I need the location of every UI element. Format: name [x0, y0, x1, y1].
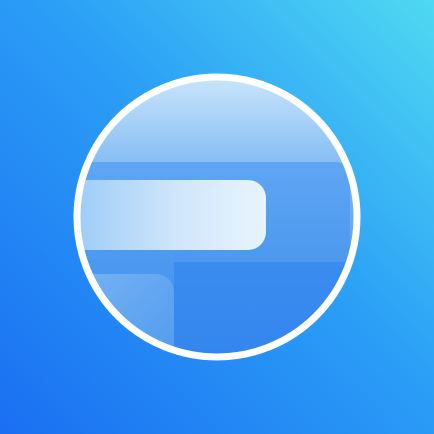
app-icon: [0, 0, 434, 434]
app-logo-icon: [0, 0, 434, 434]
